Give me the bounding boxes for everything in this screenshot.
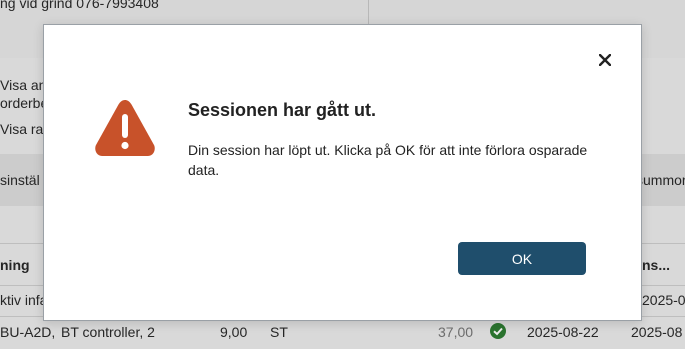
dialog-message: Din session har löpt ut. Klicka på OK fö… [188,142,588,178]
ok-button[interactable]: OK [458,242,586,275]
warning-icon [95,100,155,156]
dialog-title: Sessionen har gått ut. [188,100,377,120]
close-icon[interactable] [596,51,614,69]
session-expired-dialog: Sessionen har gått ut. Din session har l… [43,24,642,321]
